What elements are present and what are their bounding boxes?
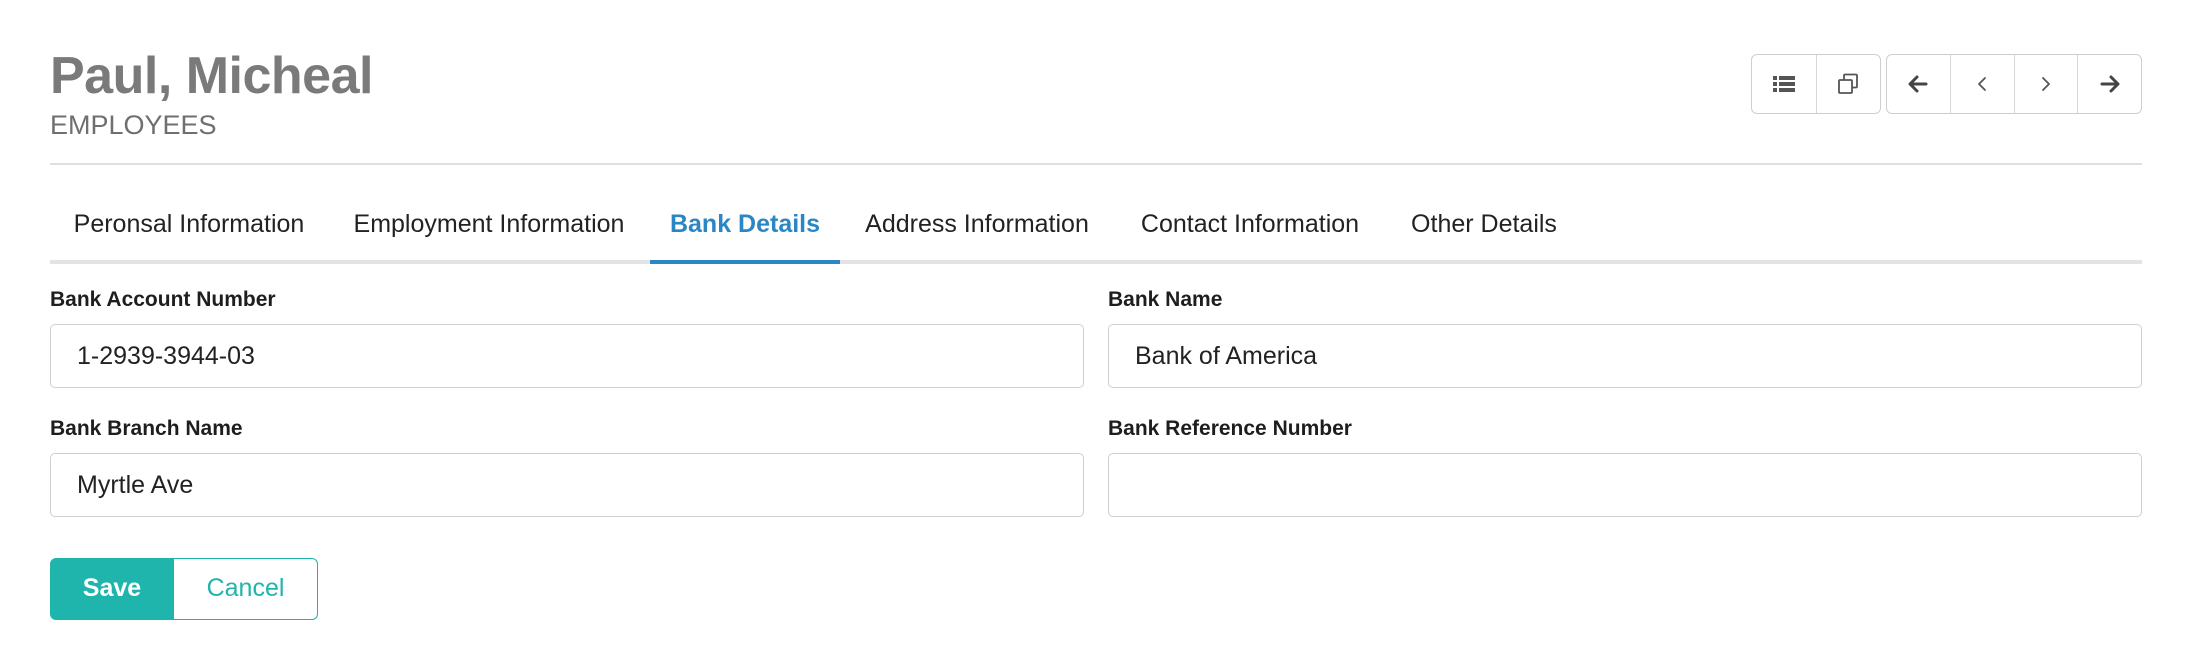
cancel-button[interactable]: Cancel xyxy=(174,558,318,620)
navigation-toolbar-group xyxy=(1886,54,2142,114)
bank-name-label: Bank Name xyxy=(1108,288,1223,311)
bank-branch-name-label: Bank Branch Name xyxy=(50,417,243,440)
arrow-left-icon xyxy=(1908,75,1928,93)
page-title: Paul, Micheal xyxy=(50,47,373,105)
header-divider xyxy=(50,163,2142,165)
bank-reference-number-input[interactable] xyxy=(1108,453,2142,517)
previous-record-button[interactable] xyxy=(1951,55,2015,113)
chevron-right-icon xyxy=(2040,75,2052,93)
arrow-right-icon xyxy=(2100,75,2120,93)
page-header: Paul, Micheal EMPLOYEES xyxy=(50,46,373,142)
copy-button[interactable] xyxy=(1817,55,1881,113)
view-toolbar-group xyxy=(1751,54,1881,114)
save-button[interactable]: Save xyxy=(50,558,174,620)
first-record-button[interactable] xyxy=(1887,55,1951,113)
bank-account-number-input[interactable] xyxy=(50,324,1084,388)
copy-icon xyxy=(1837,73,1859,95)
employee-edit-page: Paul, Micheal EMPLOYEES Peronsal Informa… xyxy=(0,0,2194,668)
bank-reference-number-label: Bank Reference Number xyxy=(1108,417,1352,440)
page-subtitle: EMPLOYEES xyxy=(50,110,217,140)
tab-contact-information[interactable]: Contact Information xyxy=(1114,190,1386,260)
chevron-left-icon xyxy=(1976,75,1988,93)
bank-name-input[interactable] xyxy=(1108,324,2142,388)
list-view-button[interactable] xyxy=(1752,55,1817,113)
tab-other-details[interactable]: Other Details xyxy=(1386,190,1582,260)
tab-bar: Peronsal Information Employment Informat… xyxy=(50,190,2142,264)
list-icon xyxy=(1772,75,1795,93)
next-record-button[interactable] xyxy=(2015,55,2079,113)
last-record-button[interactable] xyxy=(2078,55,2141,113)
bank-branch-name-input[interactable] xyxy=(50,453,1084,517)
tab-employment-information[interactable]: Employment Information xyxy=(328,190,650,260)
tab-personal-information[interactable]: Peronsal Information xyxy=(50,190,328,260)
tab-bank-details[interactable]: Bank Details xyxy=(650,190,840,264)
tab-address-information[interactable]: Address Information xyxy=(840,190,1114,260)
bank-account-number-label: Bank Account Number xyxy=(50,288,276,311)
